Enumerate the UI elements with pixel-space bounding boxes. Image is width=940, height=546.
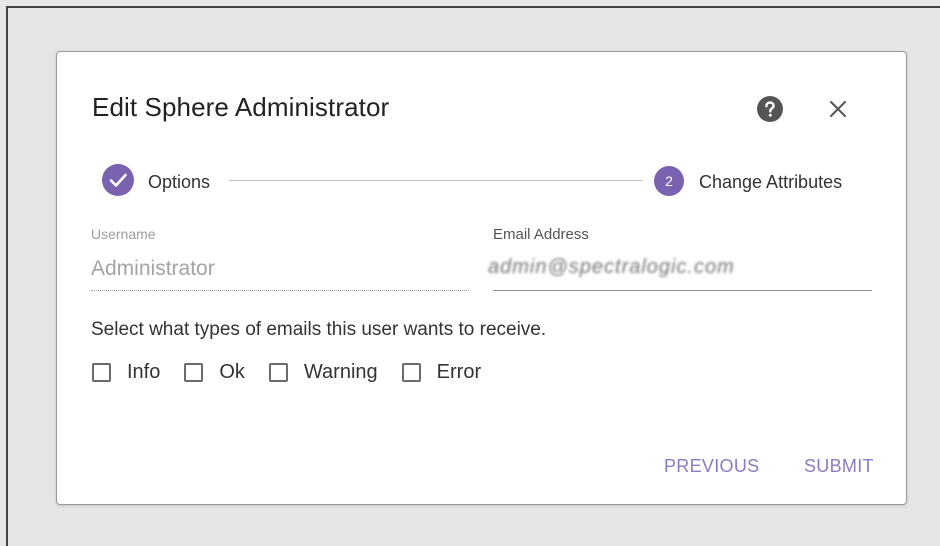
window-frame-top [6,6,940,8]
checkbox-box[interactable] [184,362,204,382]
previous-button[interactable]: PREVIOUS [664,456,759,477]
checkbox-label: Warning [303,360,378,383]
step-label-options: Options [148,172,211,192]
checkbox-label: Info [127,360,161,383]
help-icon[interactable] [756,95,784,123]
step-label-change-attributes: Change Attributes [699,172,843,192]
step-number-badge: 2 [654,166,684,196]
edit-admin-dialog: Edit Sphere Administrator Options 2 Chan… [56,51,907,505]
checkbox-warning[interactable]: Warning [268,360,378,384]
email-field[interactable]: admin@spectralogic.com [488,256,758,280]
username-underline [91,290,469,291]
checkbox-box[interactable] [92,362,111,382]
close-icon[interactable] [826,97,850,121]
username-field: Administrator [91,257,215,280]
email-type-checkboxes: Info Ok Warning Error [92,358,505,386]
check-circle-icon [102,164,134,196]
window-frame-left [6,6,8,546]
checkbox-error[interactable]: Error [401,360,482,384]
checkbox-label: Error [436,360,482,383]
email-prefs-instructions: Select what types of emails this user wa… [91,319,547,340]
checkbox-label: Ok [219,360,245,383]
submit-button[interactable]: SUBMIT [804,456,874,477]
checkbox-box[interactable] [268,362,288,382]
step-connector [229,180,642,181]
checkbox-box[interactable] [401,362,421,382]
dialog-title: Edit Sphere Administrator [92,92,390,122]
email-underline [493,290,872,291]
username-label: Username [91,226,156,242]
email-label: Email Address [493,226,589,243]
checkbox-ok[interactable]: Ok [184,361,245,384]
checkbox-info[interactable]: Info [92,361,160,384]
